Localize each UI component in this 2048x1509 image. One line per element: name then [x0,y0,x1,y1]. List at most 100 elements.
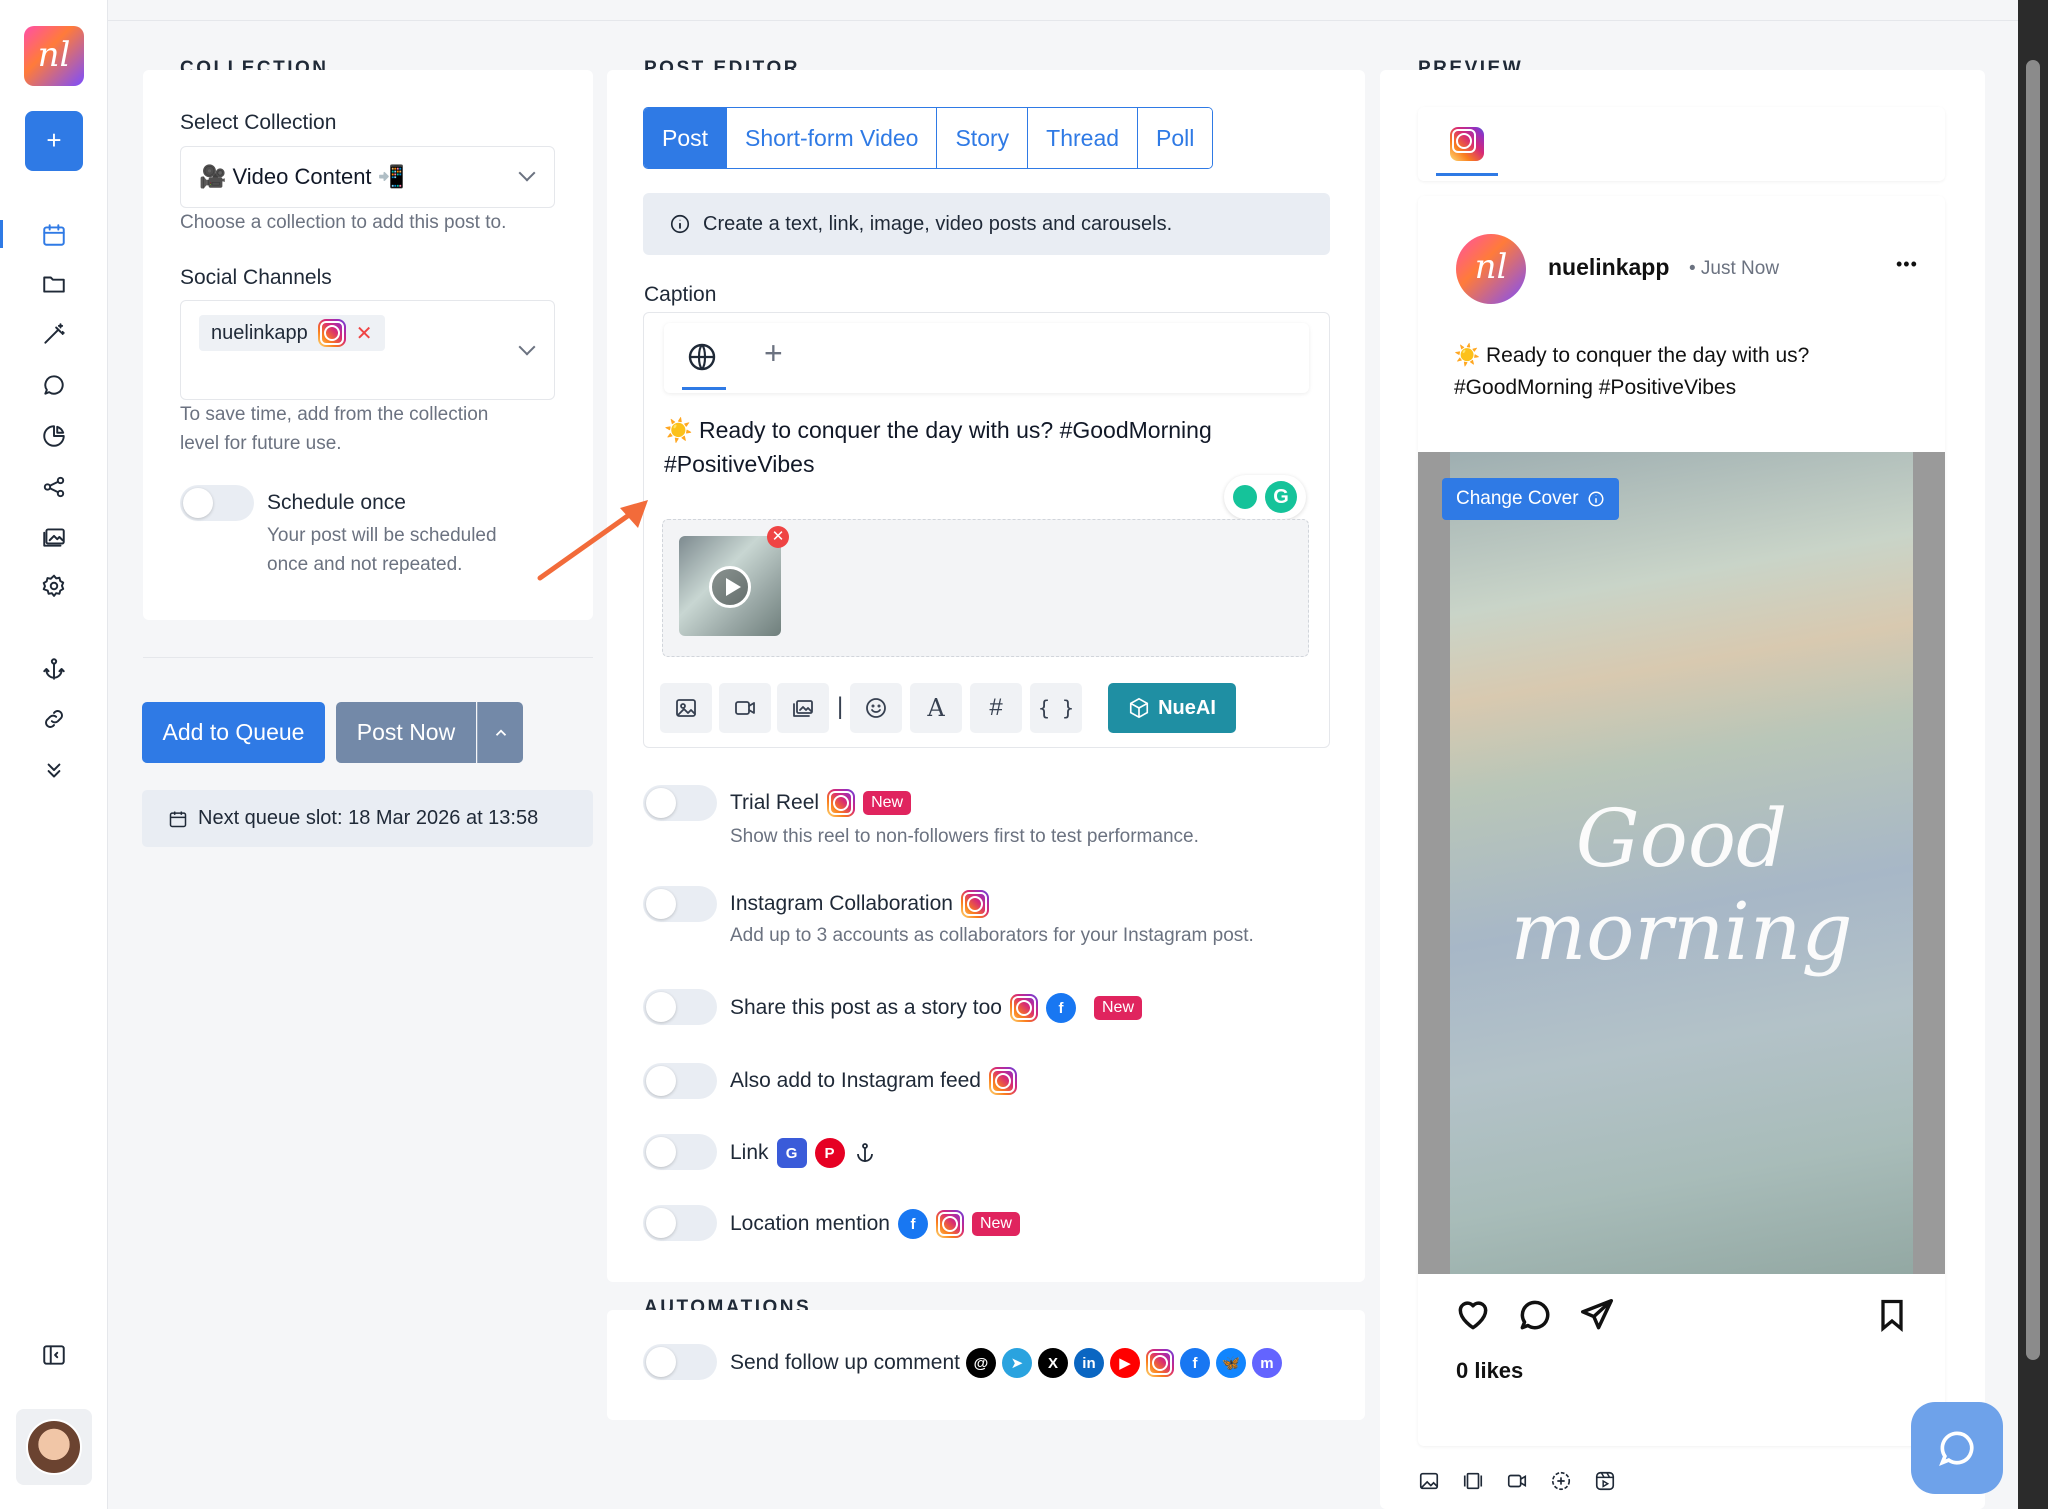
folder-icon[interactable] [38,268,70,300]
link-toggle[interactable] [643,1134,717,1170]
add-language-button[interactable]: + [764,335,783,372]
carousel-icon[interactable] [1462,1470,1484,1492]
hashtag-tool-button[interactable]: # [970,683,1022,733]
post-now-button[interactable]: Post Now [336,702,476,763]
arrow-annotation [537,500,648,581]
remove-media-icon[interactable]: ✕ [767,526,789,548]
new-badge: New [971,1212,1020,1236]
collaboration-label: Instagram Collaboration [730,890,989,918]
tab-short-form-video[interactable]: Short-form Video [727,108,938,168]
trial-reel-toggle[interactable] [643,785,717,821]
story-icon[interactable] [1550,1470,1572,1492]
location-label: Location mention f New [730,1209,1020,1239]
info-text: Create a text, link, image, video posts … [703,212,1173,235]
media-library-icon[interactable] [38,521,70,553]
expand-more-icon[interactable] [38,754,70,786]
instagram-preview: nl nuelinkapp • Just Now ••• ☀️ Ready to… [1418,196,1945,1446]
likes-count: 0 likes [1456,1358,1524,1383]
caption-text[interactable]: ☀️ Ready to conquer the day with us? #Go… [664,413,1304,481]
send-icon[interactable] [1578,1296,1616,1334]
anchor-icon[interactable] [38,653,70,685]
instagram-icon [1145,1349,1174,1377]
new-post-button[interactable]: + [25,111,83,171]
schedule-once-toggle[interactable] [180,485,254,521]
comment-icon[interactable] [1516,1296,1554,1334]
media-dropzone[interactable]: ✕ [662,519,1309,657]
image-tool-button[interactable] [660,683,712,733]
image-icon[interactable] [1418,1470,1440,1492]
help-chat-button[interactable] [1911,1402,2003,1494]
new-badge: New [863,791,912,815]
caption-label: Caption [644,283,717,306]
share-icon[interactable] [38,471,70,503]
sidebar-toggle-icon[interactable] [38,1339,70,1371]
video-tool-button[interactable] [719,683,771,733]
select-collection-label: Select Collection [180,111,337,134]
grammarly-icon: G [1265,481,1297,513]
more-options-icon[interactable]: ••• [1896,254,1918,275]
post-now-options-button[interactable] [477,702,523,763]
also-feed-toggle[interactable] [643,1063,717,1099]
instagram-icon [1009,994,1038,1022]
location-toggle[interactable] [643,1205,717,1241]
bookmark-icon[interactable] [1874,1296,1910,1334]
add-to-queue-button[interactable]: Add to Queue [142,702,325,763]
pie-chart-icon[interactable] [38,420,70,452]
heart-icon[interactable] [1454,1296,1492,1334]
pinterest-icon: P [814,1138,845,1168]
user-avatar[interactable] [16,1409,92,1485]
magic-wand-icon[interactable] [38,318,70,350]
telegram-icon: ➤ [1001,1348,1032,1378]
social-channels-select[interactable]: nuelinkapp ✕ [180,300,555,400]
font-tool-button[interactable]: A [910,683,962,733]
instagram-preview-tab[interactable] [1450,127,1484,161]
info-icon [1588,491,1604,507]
globe-icon[interactable] [686,341,718,373]
tab-poll[interactable]: Poll [1138,108,1213,168]
trial-reel-desc: Show this reel to non-followers first to… [730,826,1199,847]
tab-thread[interactable]: Thread [1028,108,1139,168]
schedule-once-label: Schedule once [267,491,406,514]
video-icon[interactable] [1506,1470,1528,1492]
tab-post[interactable]: Post [644,108,728,168]
settings-icon[interactable] [38,570,70,602]
collaboration-toggle[interactable] [643,886,717,922]
nueai-button[interactable]: NueAI [1108,683,1236,733]
chevron-down-icon [518,338,536,356]
remove-channel-icon[interactable]: ✕ [356,321,373,346]
gallery-icon [793,700,813,717]
calendar-icon[interactable] [38,219,70,251]
collection-hint: Choose a collection to add this post to. [180,212,507,233]
schedule-once-hint-2: once and not repeated. [267,554,463,575]
also-feed-text: Also add to Instagram feed [730,1069,981,1092]
share-story-toggle[interactable] [643,989,717,1025]
link-icon[interactable] [38,703,70,735]
nueai-label: NueAI [1158,696,1216,719]
collection-select[interactable]: 🎥 Video Content 📲 [180,146,555,208]
change-cover-button[interactable]: Change Cover [1442,478,1619,520]
link-label: Link G P [730,1138,877,1168]
chat-icon[interactable] [38,369,70,401]
linkedin-icon: in [1073,1348,1104,1378]
tab-story[interactable]: Story [937,108,1029,168]
info-icon [670,214,690,234]
instagram-icon [989,1067,1017,1095]
emoji-tool-button[interactable] [850,683,902,733]
follow-up-toggle[interactable] [643,1344,717,1380]
scrollbar-thumb[interactable] [2026,60,2040,1360]
info-banner: Create a text, link, image, video posts … [643,193,1330,255]
gallery-tool-button[interactable] [777,683,829,733]
app-logo[interactable]: nl [24,26,84,86]
instagram-icon [317,319,346,347]
video-frame: Good morning [1450,452,1913,1274]
active-preview-underline [1436,173,1498,176]
share-story-text: Share this post as a story too [730,996,1002,1019]
facebook-icon: f [1045,993,1076,1023]
variables-tool-button[interactable]: { } [1030,683,1082,733]
window-scrollbar[interactable] [2018,0,2048,1509]
left-sidebar: nl + [0,0,108,1509]
reel-icon[interactable] [1594,1470,1616,1492]
preview-avatar: nl [1456,234,1526,304]
video-thumbnail[interactable] [679,536,781,636]
grammar-assistant[interactable]: G [1224,475,1306,519]
